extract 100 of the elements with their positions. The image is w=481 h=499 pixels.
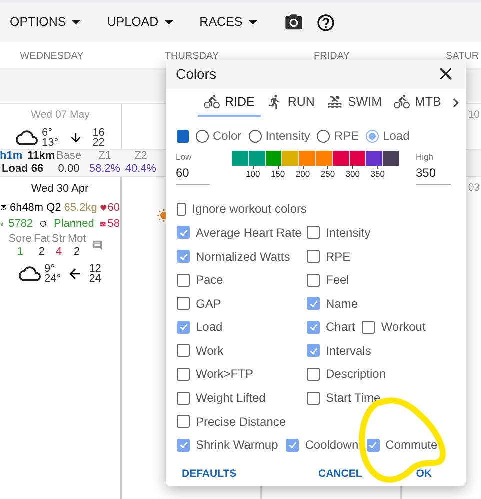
cancel-button[interactable]: CANCEL [314,464,366,486]
day-date: Wed 07 May [31,108,90,123]
bike-icon [204,94,220,110]
caret-icon [248,20,258,25]
checkbox-label: Cooldown [305,437,359,454]
checkbox-label: Normalized Watts [196,248,290,266]
checkbox[interactable] [177,392,190,405]
sport-tab[interactable]: MTB [388,88,448,118]
hrv-value: 58 [108,217,120,232]
low-field[interactable]: Low 60 [176,151,210,185]
zone-value: 40.4% [125,163,157,176]
temp-high: 24° [44,274,62,284]
day-date: 10 [468,108,480,123]
day-date: Wed 30 Apr [31,182,89,197]
checkbox-label: Feel [326,272,350,290]
weight: 65.2kg [64,200,98,216]
sport-tab[interactable]: RUN [260,88,321,118]
summary-load: Load 66 [1,163,45,176]
checkbox[interactable] [307,297,320,310]
sport-tab[interactable]: RIDE [198,88,261,118]
heart-icon [100,202,108,213]
zone-label: Base [56,150,82,163]
ok-button[interactable]: OK [412,464,436,486]
menu-button[interactable]: OPTIONS [10,13,82,32]
camera-icon[interactable] [284,12,304,32]
radio-button[interactable] [317,130,330,143]
checkbox-label: Intensity [326,224,371,242]
temp-high: 13° [42,138,59,148]
radio-button[interactable] [366,130,380,143]
wind-gust: 22 [92,138,105,148]
wellness-value: 1 [17,246,24,258]
caret-icon [72,20,82,25]
comment-icon[interactable] [92,240,104,250]
wellness-label: Str [52,232,66,246]
scale-icon [1,202,7,213]
checkbox[interactable] [362,320,376,334]
wind-speed: 16 [92,128,105,138]
checkbox[interactable] [307,344,320,358]
defaults-button[interactable]: DEFAULTS [176,464,243,486]
checkbox[interactable] [307,392,320,405]
day-header: SATUR [446,50,480,64]
checkbox[interactable] [177,344,190,358]
zone-label: Z2 [134,150,148,163]
scale-tick-label: 350 [370,169,385,180]
sport-tab[interactable]: SWIM [320,88,388,118]
checkbox-label: Work>FTP [196,366,254,384]
checkbox[interactable] [177,274,190,287]
checkbox[interactable] [307,226,320,240]
checkbox[interactable] [177,202,186,216]
checkbox-label: RPE [326,248,351,266]
checkbox[interactable] [177,297,190,310]
summary-distance: 11km [28,150,56,163]
checkbox[interactable] [307,368,320,381]
checkbox-label: Workout [381,319,426,336]
wellness-value: 2 [38,246,45,258]
checkbox-label: Work [196,342,224,360]
radio-label: Load [383,128,410,146]
resting-hr: 60 [108,200,120,216]
day-header: THURSDAY [164,50,220,64]
steps: 5782 [8,216,34,232]
duration: 6h48m [10,200,44,216]
bike-icon [394,94,410,110]
scale-tick-label: 200 [296,169,310,180]
high-field[interactable]: High 350 [416,151,451,185]
checkbox-label: Name [326,296,358,313]
scale-tick-label: 150 [270,169,286,180]
wellness-label: Sore [8,232,32,246]
caret-icon [164,20,174,25]
radio-button[interactable] [196,130,209,143]
checkbox[interactable] [307,274,320,287]
checkbox[interactable] [177,226,190,240]
day-header: WEDNESDAY [20,50,84,64]
checkbox[interactable] [177,250,190,263]
temp-low: 6° [42,128,53,138]
menu-button[interactable]: UPLOAD [107,13,174,32]
checkbox-label: Shrink Warmup [196,437,278,454]
zone-label: Z1 [98,150,112,163]
menu-button[interactable]: RACES [200,13,258,32]
checkbox[interactable] [177,368,190,381]
checkbox[interactable] [307,320,320,334]
checkbox[interactable] [307,250,320,263]
scale-tick-label: 250 [320,169,336,180]
checkbox[interactable] [177,438,190,452]
summary-time: h1m [0,150,23,163]
checkbox[interactable] [366,438,380,452]
zone-value: 58.2% [89,163,121,176]
wellness-value: 2 [74,246,80,258]
wind-speed: 12 [89,264,102,274]
checkbox[interactable] [286,438,300,452]
zone-value: 0.00 [58,163,80,176]
radio-button[interactable] [248,130,262,143]
color-swatch[interactable] [177,130,189,143]
wellness-label: Fat [34,232,50,246]
checkbox[interactable] [177,320,190,334]
help-icon[interactable] [316,12,336,32]
checkbox-label: Description [326,366,386,384]
radio-label: Intensity [266,128,310,146]
checkbox[interactable] [177,415,190,428]
temp-low: 9° [44,264,56,274]
day-header: FRIDAY [314,50,350,64]
